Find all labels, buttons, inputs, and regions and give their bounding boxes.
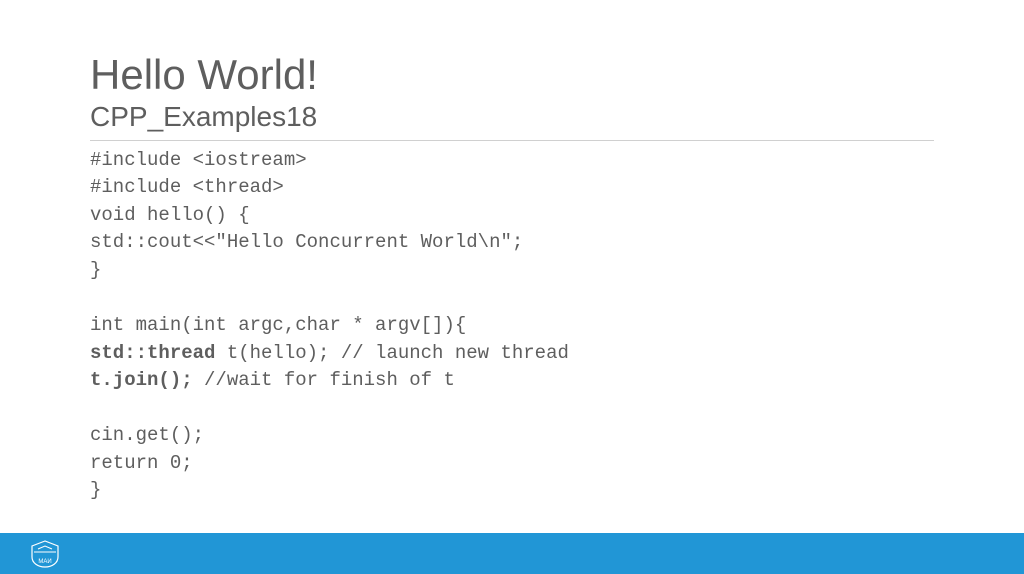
code-line: //wait for finish of t (193, 369, 455, 391)
slide-title: Hello World! (90, 52, 934, 98)
slide-content: Hello World! CPP_Examples18 #include <io… (0, 0, 1024, 505)
code-line: } (90, 259, 101, 281)
svg-text:МАИ: МАИ (38, 559, 51, 565)
code-line: #include <iostream> (90, 149, 307, 171)
code-line: cin.get(); (90, 424, 204, 446)
slide-footer: МАИ (0, 533, 1024, 574)
slide-subtitle: CPP_Examples18 (90, 100, 934, 134)
code-line: t(hello); // launch new thread (227, 342, 569, 364)
code-bold: t.join(); (90, 369, 193, 391)
code-line: return 0; (90, 452, 193, 474)
code-line: void hello() { (90, 204, 250, 226)
title-divider (90, 140, 934, 141)
mai-logo-icon: МАИ (28, 539, 62, 569)
code-line: #include <thread> (90, 176, 284, 198)
code-line: } (90, 479, 101, 501)
code-line: int main(int argc,char * argv[]){ (90, 314, 466, 336)
code-block: #include <iostream> #include <thread> vo… (90, 147, 934, 505)
code-bold: std::thread (90, 342, 227, 364)
code-line: std::cout<<"Hello Concurrent World\n"; (90, 231, 523, 253)
